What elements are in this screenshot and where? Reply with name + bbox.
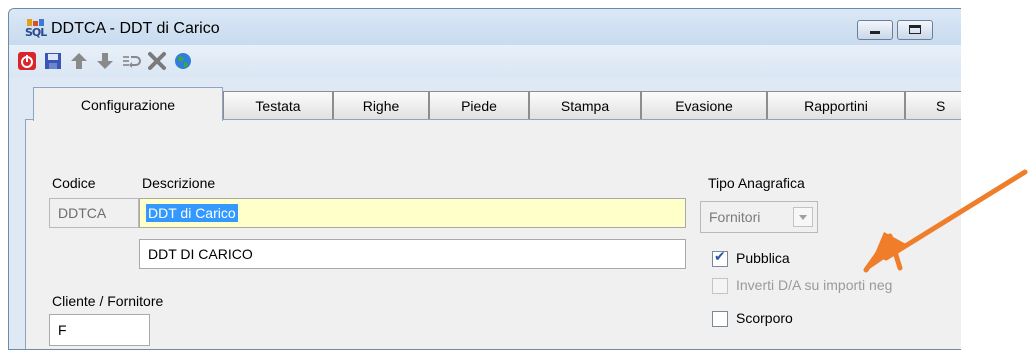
window-title: DDTCA - DDT di Carico: [51, 20, 220, 37]
cliente-fornitore-label: Cliente / Fornitore: [52, 293, 164, 309]
title-bar[interactable]: SQL DDTCA - DDT di Carico: [9, 9, 961, 45]
toolbar: [9, 45, 961, 77]
tipo-anagrafica-value: Fornitori: [709, 209, 761, 225]
tab-rapportini[interactable]: Rapportini: [767, 91, 905, 119]
pubblica-checkbox[interactable]: ✔: [712, 249, 728, 267]
arrow-up-icon[interactable]: [69, 51, 89, 71]
scorporo-checkbox[interactable]: [712, 311, 728, 327]
annotation-arrow-icon: [863, 169, 1028, 273]
descrizione-value: DDT di Carico: [146, 204, 238, 222]
tab-piede[interactable]: Piede: [429, 91, 529, 119]
cliente-fornitore-value: F: [58, 322, 67, 338]
tab-testata[interactable]: Testata: [223, 91, 333, 119]
tab-s[interactable]: S: [905, 91, 961, 119]
chevron-down-icon[interactable]: [793, 207, 813, 227]
tab-righe[interactable]: Righe: [333, 91, 429, 119]
save-icon[interactable]: [43, 51, 63, 71]
codice-field: DDTCA: [49, 198, 139, 228]
tipo-anagrafica-select[interactable]: Fornitori: [700, 201, 818, 233]
delete-icon[interactable]: [147, 51, 167, 71]
power-icon[interactable]: [17, 51, 37, 71]
globe-icon[interactable]: [173, 51, 193, 71]
descrizione-field[interactable]: DDT di Carico: [139, 198, 686, 228]
maximize-icon: [909, 25, 921, 34]
tab-panel: [25, 119, 961, 349]
maximize-button[interactable]: [897, 20, 933, 40]
descrizione-label: Descrizione: [142, 175, 216, 191]
inverti-checkbox: [712, 278, 728, 294]
tab-stampa[interactable]: Stampa: [529, 91, 641, 119]
scorporo-label: Scorporo: [736, 310, 793, 326]
descrizione-secondaria-value: DDT DI CARICO: [148, 246, 253, 262]
pubblica-label: Pubblica: [736, 250, 790, 266]
arrow-down-icon[interactable]: [95, 51, 115, 71]
minimize-icon: [870, 31, 880, 34]
tab-configurazione[interactable]: Configurazione: [33, 87, 223, 121]
codice-label: Codice: [52, 175, 96, 191]
cliente-fornitore-field[interactable]: F: [49, 314, 150, 346]
minimize-button[interactable]: [857, 20, 893, 40]
tab-evasione[interactable]: Evasione: [641, 91, 767, 119]
tipo-anagrafica-label: Tipo Anagrafica: [708, 175, 805, 191]
check-icon: ✔: [714, 249, 726, 265]
descrizione-secondaria-field[interactable]: DDT DI CARICO: [139, 239, 686, 269]
codice-value: DDTCA: [58, 205, 107, 221]
undo-icon[interactable]: [121, 51, 141, 71]
sql-app-icon: SQL: [25, 19, 49, 39]
